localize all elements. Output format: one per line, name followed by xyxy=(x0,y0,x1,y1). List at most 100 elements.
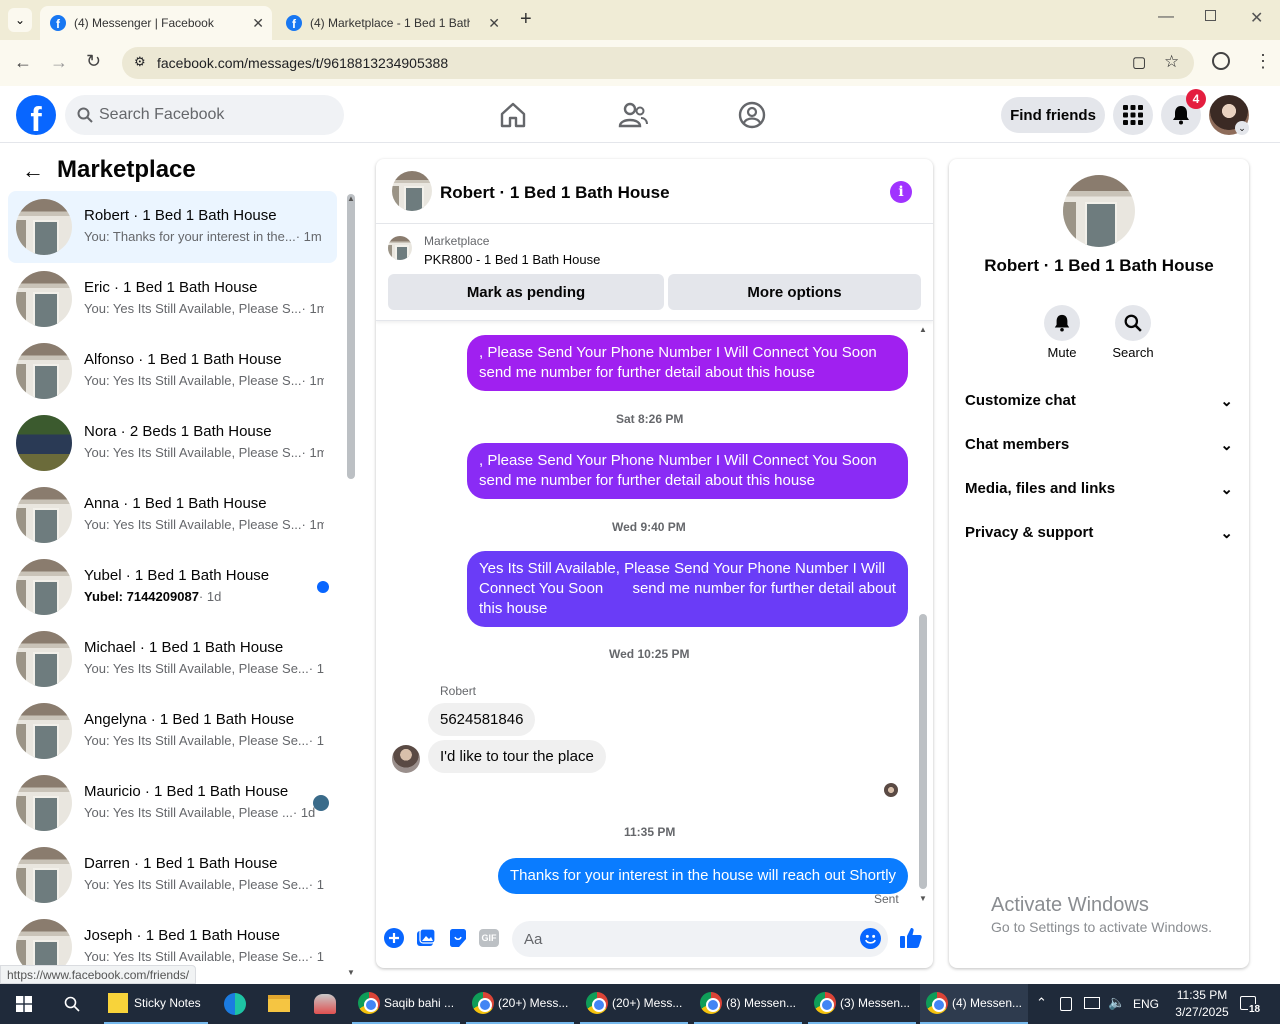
sender-avatar[interactable] xyxy=(392,745,420,773)
section-chat-members[interactable]: Chat members ⌄ xyxy=(965,436,1233,454)
outgoing-message[interactable]: Thanks for your interest in the house wi… xyxy=(498,858,909,894)
back-icon[interactable]: ← xyxy=(14,52,32,73)
notification-count-badge: 18 xyxy=(1248,1004,1262,1015)
menu-grid-button[interactable] xyxy=(1113,95,1153,135)
forward-icon[interactable]: → xyxy=(50,52,68,73)
conversation-row[interactable]: Michael · 1 Bed 1 Bath House You: Yes Its… xyxy=(8,623,337,695)
outgoing-message[interactable]: , Please Send Your Phone Number I Will C… xyxy=(467,443,908,499)
profile-avatar[interactable] xyxy=(1063,175,1135,247)
taskbar-search-icon[interactable] xyxy=(64,996,80,1012)
close-tab-icon[interactable]: ✕ xyxy=(488,15,500,32)
taskbar-app-chrome[interactable]: (4) Messen... xyxy=(920,984,1028,1024)
listing-title[interactable]: PKR800 - 1 Bed 1 Bath House xyxy=(424,252,600,267)
more-options-button[interactable]: More options xyxy=(668,274,921,310)
search-input[interactable]: Search Facebook xyxy=(65,95,344,135)
taskbar-app-chrome[interactable]: Saqib bahi ... xyxy=(352,984,460,1024)
chat-avatar[interactable] xyxy=(392,171,432,211)
scroll-down-arrow-icon[interactable]: ▼ xyxy=(347,968,355,977)
conversation-time: · 1d xyxy=(308,949,324,964)
timestamp: Sat 8:26 PM xyxy=(616,412,684,426)
tab-search-button[interactable]: ⌄ xyxy=(8,8,32,32)
new-tab-button[interactable]: + xyxy=(520,8,532,31)
conversation-row[interactable]: Eric · 1 Bed 1 Bath House You: Yes Its St… xyxy=(8,263,337,335)
info-icon[interactable]: i xyxy=(890,181,912,203)
edge-icon[interactable] xyxy=(224,993,246,1015)
taskbar-app-sticky-notes[interactable]: Sticky Notes xyxy=(104,984,208,1024)
gif-icon[interactable]: GIF xyxy=(479,929,499,947)
pinned-app-icon[interactable] xyxy=(314,994,336,1014)
chat-scrollbar-thumb[interactable] xyxy=(919,614,927,889)
timestamp: Wed 10:25 PM xyxy=(609,647,690,661)
taskbar-app-chrome[interactable]: (8) Messen... xyxy=(694,984,802,1024)
conversation-row[interactable]: Mauricio · 1 Bed 1 Bath House You: Yes It… xyxy=(8,767,337,839)
outgoing-message[interactable]: Yes Its Still Available, Please Send You… xyxy=(467,551,908,627)
file-explorer-icon[interactable] xyxy=(268,995,290,1012)
volume-icon[interactable]: 🔈 xyxy=(1108,994,1125,1011)
windows-start-icon[interactable] xyxy=(16,996,32,1012)
profile-icon[interactable] xyxy=(1212,52,1230,70)
reload-icon[interactable]: ↻ xyxy=(86,51,101,72)
close-window-icon[interactable]: ✕ xyxy=(1250,8,1263,28)
tab-marketplace[interactable]: f (4) Marketplace - 1 Bed 1 Bath ✕ xyxy=(276,6,508,40)
facebook-logo-icon[interactable]: f xyxy=(16,95,56,135)
menu-icon[interactable]: ⋮ xyxy=(1254,51,1272,72)
conversation-row[interactable]: Angelyna · 1 Bed 1 Bath House You: Yes It… xyxy=(8,695,337,767)
close-tab-icon[interactable]: ✕ xyxy=(252,15,264,32)
tray-app-icon[interactable] xyxy=(1060,997,1072,1011)
site-settings-icon[interactable]: ⚙ xyxy=(134,54,146,70)
sticker-icon[interactable] xyxy=(448,928,468,948)
section-media-files-links[interactable]: Media, files and links ⌄ xyxy=(965,480,1233,498)
plus-icon[interactable] xyxy=(384,928,404,948)
bookmark-star-icon[interactable]: ☆ xyxy=(1164,52,1179,72)
message-input[interactable]: Aa xyxy=(512,921,888,957)
scroll-up-arrow-icon[interactable]: ▲ xyxy=(919,325,927,334)
address-bar[interactable]: ⚙ facebook.com/messages/t/96188132349053… xyxy=(122,47,1194,79)
incoming-message[interactable]: 5624581846 xyxy=(428,703,536,736)
taskbar-app-chrome[interactable]: (3) Messen... xyxy=(808,984,916,1024)
conversation-preview-line: You: Yes Its Still Available, Please Se.… xyxy=(84,733,324,748)
search-in-chat-button[interactable] xyxy=(1115,305,1151,341)
scroll-down-arrow-icon[interactable]: ▼ xyxy=(919,894,927,903)
listing-thumbnail[interactable] xyxy=(388,236,412,260)
conversation-avatar xyxy=(16,487,72,543)
network-icon[interactable] xyxy=(1084,997,1100,1009)
account-chevron-icon[interactable]: ⌄ xyxy=(1235,121,1249,135)
tray-chevron-up-icon[interactable]: ⌃ xyxy=(1036,995,1047,1011)
conversation-row[interactable]: Nora · 2 Beds 1 Bath House You: Yes Its S… xyxy=(8,407,337,479)
taskbar-app-chrome[interactable]: (20+) Mess... xyxy=(580,984,688,1024)
conversation-row[interactable]: Yubel · 1 Bed 1 Bath House Yubel: 7144209… xyxy=(8,551,337,623)
minimize-icon[interactable]: — xyxy=(1158,8,1174,26)
clock-date[interactable]: 3/27/2025 xyxy=(1166,1005,1238,1019)
tab-messenger[interactable]: f (4) Messenger | Facebook ✕ xyxy=(40,6,272,40)
mute-label: Mute xyxy=(1047,345,1077,360)
activate-windows-watermark: Activate Windows Go to Settings to activ… xyxy=(991,894,1212,935)
friends-icon[interactable] xyxy=(617,99,649,131)
groups-icon[interactable] xyxy=(736,99,768,131)
restore-icon[interactable] xyxy=(1205,10,1216,21)
mark-as-pending-button[interactable]: Mark as pending xyxy=(388,274,664,310)
back-arrow-icon[interactable]: ← xyxy=(22,158,44,184)
incoming-message[interactable]: I'd like to tour the place xyxy=(428,740,606,773)
thumbs-up-icon[interactable] xyxy=(899,926,923,950)
photo-icon[interactable] xyxy=(416,928,436,948)
mute-button[interactable] xyxy=(1044,305,1080,341)
find-friends-button[interactable]: Find friends xyxy=(1001,97,1105,133)
language-indicator[interactable]: ENG xyxy=(1133,997,1159,1011)
taskbar-app-chrome[interactable]: (20+) Mess... xyxy=(466,984,574,1024)
conversation-row[interactable]: Robert · 1 Bed 1 Bath House You: Thanks f… xyxy=(8,191,337,263)
chat-title[interactable]: Robert · 1 Bed 1 Bath House xyxy=(440,183,670,203)
section-customize-chat[interactable]: Customize chat ⌄ xyxy=(965,392,1233,410)
scroll-up-arrow-icon[interactable]: ▲ xyxy=(347,194,355,203)
conversation-row[interactable]: Anna · 1 Bed 1 Bath House You: Yes Its St… xyxy=(8,479,337,551)
clock-time[interactable]: 11:35 PM xyxy=(1170,988,1234,1002)
conversation-row[interactable]: Alfonso · 1 Bed 1 Bath House You: Yes Its… xyxy=(8,335,337,407)
conversation-row[interactable]: Darren · 1 Bed 1 Bath House You: Yes Its … xyxy=(8,839,337,911)
chat-info-panel: Robert · 1 Bed 1 Bath House Mute Search … xyxy=(949,159,1249,968)
section-privacy-support[interactable]: Privacy & support ⌄ xyxy=(965,524,1233,542)
emoji-icon[interactable] xyxy=(860,928,881,949)
conversation-preview: You: Yes Its Still Available, Please Se.… xyxy=(84,877,309,892)
outgoing-message[interactable]: , Please Send Your Phone Number I Will C… xyxy=(467,335,908,391)
home-icon[interactable] xyxy=(497,99,529,131)
scrollbar-thumb[interactable] xyxy=(347,194,355,479)
install-app-icon[interactable]: ▢ xyxy=(1132,53,1146,71)
